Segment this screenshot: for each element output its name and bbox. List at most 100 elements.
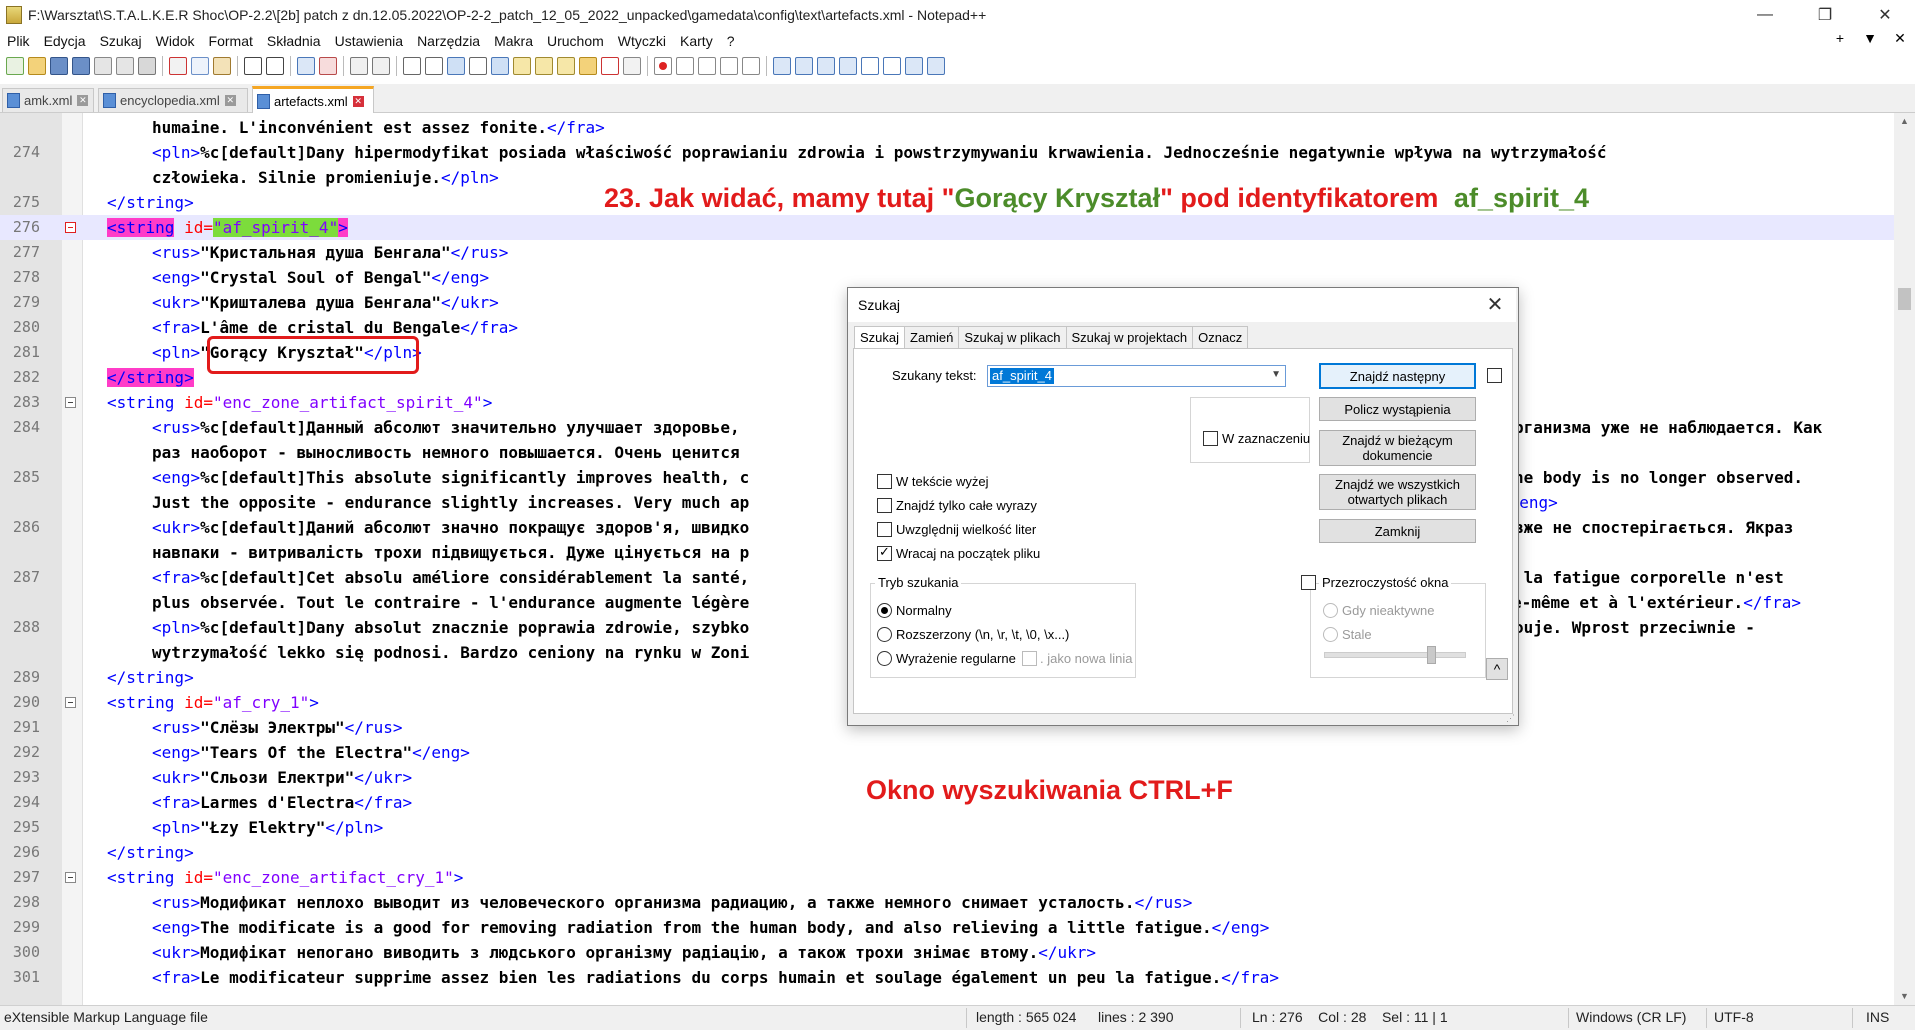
menu-edycja[interactable]: Edycja	[37, 33, 93, 49]
code-line[interactable]: 296 </string>	[0, 840, 1894, 865]
show-all-chars-icon[interactable]	[469, 57, 487, 75]
menu-plik[interactable]: Plik	[0, 33, 37, 49]
fold-toggle-icon[interactable]	[65, 697, 76, 708]
paste-icon[interactable]	[213, 57, 231, 75]
code-line[interactable]: 299 <eng>The modificate is a good for rem…	[0, 915, 1894, 940]
plugin5-icon[interactable]	[905, 57, 923, 75]
transparency-slider-knob[interactable]	[1427, 646, 1436, 664]
menu-skladnia[interactable]: Składnia	[260, 33, 328, 49]
zoom-in-icon[interactable]	[350, 57, 368, 75]
new-tab-button[interactable]: +	[1825, 30, 1855, 47]
resize-grip-icon[interactable]: ⋰	[1506, 713, 1516, 723]
arrow-up-icon[interactable]	[861, 57, 879, 75]
tab-amk-xml[interactable]: amk.xml ✕	[2, 88, 94, 112]
find-next-checkbox[interactable]	[1487, 368, 1502, 383]
print-icon[interactable]	[138, 57, 156, 75]
maximize-button[interactable]: ❐	[1795, 0, 1855, 30]
transparency-slider[interactable]	[1324, 646, 1466, 664]
zoom-out-icon[interactable]	[372, 57, 390, 75]
sync-h-icon[interactable]	[425, 57, 443, 75]
close-dialog-button[interactable]: Zamknij	[1319, 519, 1476, 543]
find-in-current-doc-button[interactable]: Znajdź w bieżącym dokumencie	[1319, 430, 1476, 466]
folder-workspace-icon[interactable]	[579, 57, 597, 75]
close-doc-button[interactable]: ✕	[1885, 30, 1915, 47]
close-tab-icon[interactable]: ✕	[352, 95, 364, 107]
record-macro-icon[interactable]	[654, 57, 672, 75]
dialog-tab-szukaj[interactable]: Szukaj	[854, 326, 906, 348]
word-wrap-icon[interactable]	[447, 57, 465, 75]
sync-v-icon[interactable]	[403, 57, 421, 75]
scroll-down-icon[interactable]: ▼	[1894, 988, 1915, 1005]
fold-toggle-icon[interactable]	[65, 222, 76, 233]
mode-normal-radio[interactable]	[877, 603, 892, 618]
dialog-tab-szukaj-w-projektach[interactable]: Szukaj w projektach	[1065, 326, 1194, 348]
code-line[interactable]: 297 <string id="enc_zone_artifact_cry_1">	[0, 865, 1894, 890]
close-tab-icon[interactable]: ✕	[77, 95, 89, 106]
plugin4-icon[interactable]	[839, 57, 857, 75]
cut-icon[interactable]	[169, 57, 187, 75]
dialog-tab-oznacz[interactable]: Oznacz	[1192, 326, 1249, 348]
plugin1-icon[interactable]	[773, 57, 791, 75]
scroll-up-icon[interactable]: ▲	[1894, 113, 1915, 130]
plugin3-icon[interactable]	[817, 57, 835, 75]
option-match-case-checkbox[interactable]	[877, 522, 892, 537]
save-macro-icon[interactable]	[742, 57, 760, 75]
doc-map-icon[interactable]	[535, 57, 553, 75]
option-backward-checkbox[interactable]	[877, 474, 892, 489]
menu-format[interactable]: Format	[202, 33, 260, 49]
menu-help[interactable]: ?	[720, 33, 742, 49]
find-icon[interactable]	[297, 57, 315, 75]
find-in-all-open-button[interactable]: Znajdź we wszystkich otwartych plikach	[1319, 474, 1476, 510]
copy-icon[interactable]	[191, 57, 209, 75]
mode-extended-radio[interactable]	[877, 627, 892, 642]
menu-makra[interactable]: Makra	[487, 33, 540, 49]
transparency-checkbox[interactable]	[1301, 575, 1316, 590]
code-line[interactable]: 301 <fra>Le modificateur supprime assez b…	[0, 965, 1894, 990]
fold-toggle-icon[interactable]	[65, 872, 76, 883]
in-selection-checkbox[interactable]	[1203, 431, 1218, 446]
tab-list-button[interactable]: ▼	[1855, 30, 1885, 47]
code-line[interactable]: 274 <pln>%c[default]Dany hipermodyfikat p…	[0, 140, 1894, 165]
vertical-scrollbar[interactable]: ▲ ▼	[1894, 113, 1915, 1005]
play-multiple-icon[interactable]	[720, 57, 738, 75]
save-icon[interactable]	[50, 57, 68, 75]
search-input[interactable]: af_spirit_4 ▼	[987, 365, 1286, 387]
monitoring-icon[interactable]	[601, 57, 619, 75]
count-button[interactable]: Policz wystąpienia	[1319, 397, 1476, 421]
collapse-button[interactable]: ^	[1486, 658, 1508, 680]
eye-icon[interactable]	[623, 57, 641, 75]
new-file-icon[interactable]	[6, 57, 24, 75]
code-line[interactable]: 276 <string id="af_spirit_4">	[0, 215, 1894, 240]
minimize-button[interactable]: —	[1735, 0, 1795, 30]
undo-icon[interactable]	[244, 57, 262, 75]
mode-regex-radio[interactable]	[877, 651, 892, 666]
menu-widok[interactable]: Widok	[149, 33, 202, 49]
dialog-close-icon[interactable]: ✕	[1482, 292, 1508, 318]
dialog-tab-zamien[interactable]: Zamień	[904, 326, 960, 348]
transparency-always-radio[interactable]	[1323, 627, 1338, 642]
tab-artefacts-xml[interactable]: artefacts.xml ✕	[252, 86, 374, 113]
function-list-icon[interactable]	[557, 57, 575, 75]
menu-wtyczki[interactable]: Wtyczki	[611, 33, 673, 49]
play-macro-icon[interactable]	[698, 57, 716, 75]
plugin2-icon[interactable]	[795, 57, 813, 75]
code-line[interactable]: 292 <eng>"Tears Of the Electra"</eng>	[0, 740, 1894, 765]
dot-newline-checkbox[interactable]	[1022, 651, 1037, 666]
redo-icon[interactable]	[266, 57, 284, 75]
open-file-icon[interactable]	[28, 57, 46, 75]
save-all-icon[interactable]	[72, 57, 90, 75]
close-all-icon[interactable]	[116, 57, 134, 75]
transparency-inactive-radio[interactable]	[1323, 603, 1338, 618]
close-tab-icon[interactable]: ✕	[224, 95, 236, 106]
stop-macro-icon[interactable]	[676, 57, 694, 75]
close-file-icon[interactable]	[94, 57, 112, 75]
menu-karty[interactable]: Karty	[673, 33, 720, 49]
scroll-thumb[interactable]	[1898, 288, 1911, 310]
code-line[interactable]: 277 <rus>"Кристальная душа Бенгала"</rus>	[0, 240, 1894, 265]
code-line[interactable]: humaine. L'inconvénient est assez fonite…	[0, 115, 1894, 140]
code-line[interactable]: 298 <rus>Модификат неплохо выводит из чел…	[0, 890, 1894, 915]
arrow-down-icon[interactable]	[883, 57, 901, 75]
find-next-button[interactable]: Znajdź następny	[1319, 363, 1476, 389]
fold-toggle-icon[interactable]	[65, 397, 76, 408]
menu-uruchom[interactable]: Uruchom	[540, 33, 611, 49]
